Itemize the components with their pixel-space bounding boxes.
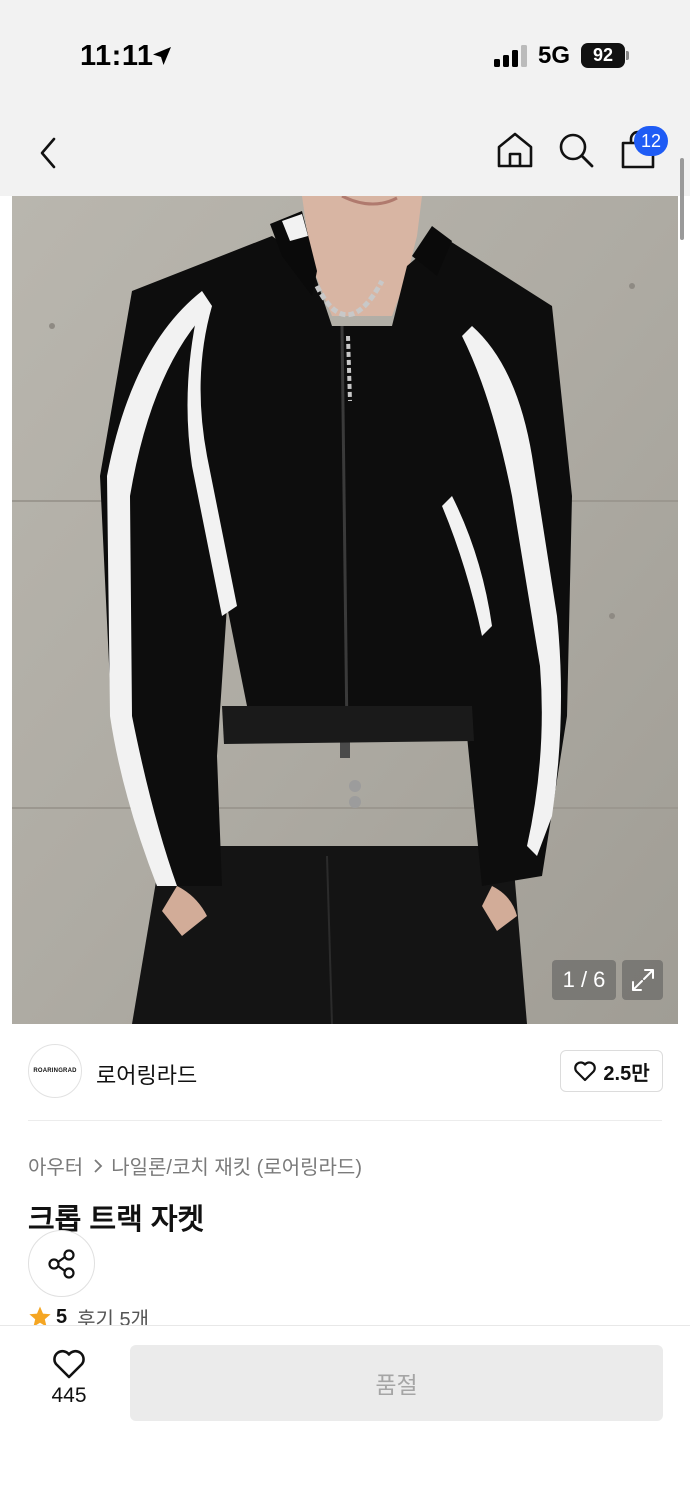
- image-counter: 1 / 6: [552, 960, 616, 1000]
- nav-bar: [0, 110, 690, 196]
- breadcrumb-subcategory[interactable]: 나일론/코치 재킷 (로어링라드): [111, 1151, 362, 1180]
- heart-icon: [53, 1349, 85, 1379]
- brand-logo[interactable]: ROARINGRAD: [28, 1044, 82, 1098]
- divider: [28, 1120, 662, 1121]
- brand-like-button[interactable]: 2.5만: [560, 1050, 663, 1092]
- back-button[interactable]: [28, 128, 68, 178]
- heart-icon: [574, 1061, 597, 1082]
- share-icon: [47, 1248, 75, 1279]
- breadcrumb-category[interactable]: 아우터: [28, 1151, 83, 1180]
- home-icon[interactable]: [493, 128, 537, 172]
- expand-button[interactable]: [622, 960, 663, 1000]
- brand-like-count: 2.5만: [603, 1062, 650, 1085]
- battery-level: 92: [592, 45, 614, 65]
- product-image[interactable]: [12, 196, 678, 1024]
- status-time: 11:11: [80, 40, 154, 72]
- wish-count: 445: [51, 1384, 87, 1407]
- share-button[interactable]: [28, 1230, 95, 1297]
- brand-name[interactable]: 로어링라드: [96, 1058, 197, 1090]
- battery-indicator: 92: [581, 43, 625, 68]
- sold-out-button[interactable]: 품절: [130, 1345, 663, 1421]
- product-photo: [12, 196, 678, 1024]
- location-arrow-icon: [153, 47, 171, 65]
- breadcrumb: 아우터 나일론/코치 재킷 (로어링라드): [28, 1151, 362, 1180]
- back-icon: [40, 137, 56, 169]
- cart-badge: 12: [634, 126, 668, 156]
- search-icon[interactable]: [554, 128, 598, 172]
- scroll-indicator[interactable]: [680, 158, 684, 240]
- wish-button[interactable]: 445: [38, 1348, 100, 1418]
- chevron-right-icon: [93, 1158, 103, 1174]
- network-label: 5G: [538, 42, 571, 69]
- signal-icon: [494, 45, 527, 67]
- expand-icon: [631, 969, 654, 991]
- brand-logo-text: ROARINGRAD: [33, 1068, 77, 1074]
- status-bar: 11:11 5G 92: [0, 0, 690, 110]
- battery-nub: [626, 51, 629, 60]
